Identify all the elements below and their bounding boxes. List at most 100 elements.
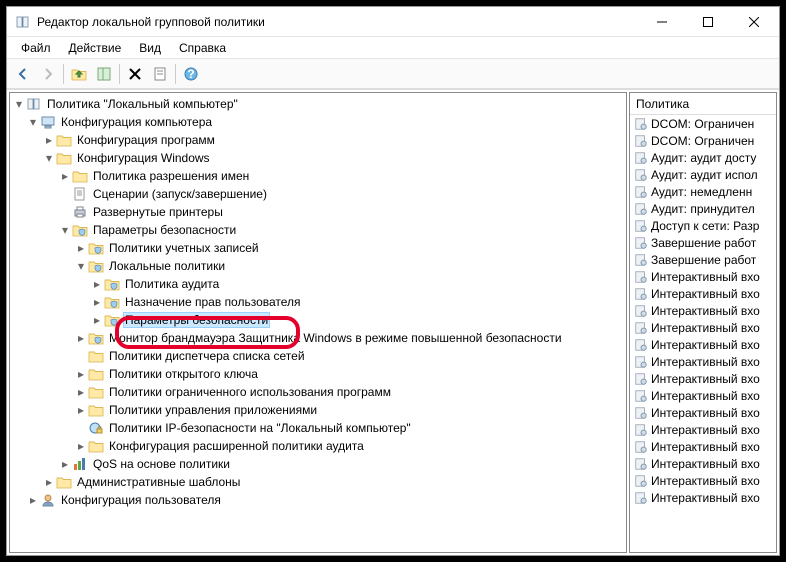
maximize-button[interactable]: [685, 7, 731, 37]
tree-printers[interactable]: ▸Развернутые принтеры: [10, 203, 626, 221]
policy-item-icon: [634, 321, 648, 335]
tree-audit-policy[interactable]: ▸Политика аудита: [10, 275, 626, 293]
list-item[interactable]: Интерактивный вхо: [630, 387, 776, 404]
tree-user-rights[interactable]: ▸Назначение прав пользователя: [10, 293, 626, 311]
list-item[interactable]: Аудит: аудит испол: [630, 166, 776, 183]
policy-item-icon: [634, 406, 648, 420]
back-button[interactable]: [11, 62, 35, 86]
list-item-label: Аудит: немедленн: [651, 185, 752, 199]
policy-item-icon: [634, 338, 648, 352]
list-item[interactable]: DCOM: Ограничен: [630, 132, 776, 149]
tree-ipsec[interactable]: ▸Политики IP-безопасности на "Локальный …: [10, 419, 626, 437]
help-button[interactable]: ?: [179, 62, 203, 86]
policy-item-icon: [634, 151, 648, 165]
list-item[interactable]: Интерактивный вхо: [630, 370, 776, 387]
list-item-label: Аудит: принудител: [651, 202, 755, 216]
tree-security-options[interactable]: ▸Параметры безопасности: [10, 311, 626, 329]
close-button[interactable]: [731, 7, 777, 37]
policy-item-icon: [634, 236, 648, 250]
minimize-button[interactable]: [639, 7, 685, 37]
list-item[interactable]: Интерактивный вхо: [630, 302, 776, 319]
list-item-label: Интерактивный вхо: [651, 491, 760, 505]
tree-security[interactable]: ▾Параметры безопасности: [10, 221, 626, 239]
list-item-label: Интерактивный вхо: [651, 372, 760, 386]
tree-comp-config[interactable]: ▾Конфигурация компьютера: [10, 113, 626, 131]
list-item[interactable]: Завершение работ: [630, 234, 776, 251]
list-item-label: DCOM: Ограничен: [651, 134, 754, 148]
policy-item-icon: [634, 355, 648, 369]
content-area: ▾Политика "Локальный компьютер" ▾Конфигу…: [7, 89, 779, 555]
tree-pubkey[interactable]: ▸Политики открытого ключа: [10, 365, 626, 383]
tree-admin-templates[interactable]: ▸Административные шаблоны: [10, 473, 626, 491]
tree-firewall[interactable]: ▸Монитор брандмауэра Защитника Windows в…: [10, 329, 626, 347]
list-item[interactable]: Доступ к сети: Разр: [630, 217, 776, 234]
policy-item-icon: [634, 253, 648, 267]
tree-prog-config[interactable]: ▸Конфигурация программ: [10, 131, 626, 149]
list-header-policy[interactable]: Политика: [630, 93, 776, 115]
list-item-label: DCOM: Ограничен: [651, 117, 754, 131]
tree-advaudit[interactable]: ▸Конфигурация расширенной политики аудит…: [10, 437, 626, 455]
list-item[interactable]: Завершение работ: [630, 251, 776, 268]
window-title: Редактор локальной групповой политики: [37, 15, 639, 29]
svg-text:?: ?: [187, 67, 194, 81]
show-hide-button[interactable]: [92, 62, 116, 86]
tree-local-policies[interactable]: ▾Локальные политики: [10, 257, 626, 275]
list-item[interactable]: Интерактивный вхо: [630, 319, 776, 336]
list-item-label: Интерактивный вхо: [651, 474, 760, 488]
list-item-label: Доступ к сети: Разр: [651, 219, 759, 233]
list-item-label: Аудит: аудит досту: [651, 151, 756, 165]
list-item[interactable]: Интерактивный вхо: [630, 353, 776, 370]
menubar: Файл Действие Вид Справка: [7, 37, 779, 59]
properties-button[interactable]: [148, 62, 172, 86]
policy-item-icon: [634, 117, 648, 131]
tree-nlm[interactable]: ▸Политики диспетчера списка сетей: [10, 347, 626, 365]
list-item-label: Интерактивный вхо: [651, 457, 760, 471]
policy-item-icon: [634, 219, 648, 233]
list-item[interactable]: Интерактивный вхо: [630, 336, 776, 353]
menu-help[interactable]: Справка: [171, 39, 234, 57]
list-item-label: Интерактивный вхо: [651, 270, 760, 284]
list-item[interactable]: Интерактивный вхо: [630, 404, 776, 421]
forward-button[interactable]: [36, 62, 60, 86]
menu-view[interactable]: Вид: [131, 39, 169, 57]
tree-app-control[interactable]: ▸Политики управления приложениями: [10, 401, 626, 419]
policy-item-icon: [634, 457, 648, 471]
tree-pane[interactable]: ▾Политика "Локальный компьютер" ▾Конфигу…: [9, 92, 627, 553]
policy-item-icon: [634, 287, 648, 301]
list-item[interactable]: Интерактивный вхо: [630, 489, 776, 506]
policy-item-icon: [634, 372, 648, 386]
list-item-label: Интерактивный вхо: [651, 389, 760, 403]
tree-scripts[interactable]: ▸Сценарии (запуск/завершение): [10, 185, 626, 203]
policy-item-icon: [634, 389, 648, 403]
menu-file[interactable]: Файл: [13, 39, 59, 57]
policy-item-icon: [634, 440, 648, 454]
list-item[interactable]: Аудит: аудит досту: [630, 149, 776, 166]
tree-user-config[interactable]: ▸Конфигурация пользователя: [10, 491, 626, 509]
tree-root[interactable]: ▾Политика "Локальный компьютер": [10, 95, 626, 113]
tree-win-config[interactable]: ▾Конфигурация Windows: [10, 149, 626, 167]
list-item-label: Интерактивный вхо: [651, 304, 760, 318]
list-item[interactable]: Интерактивный вхо: [630, 455, 776, 472]
list-item[interactable]: Аудит: принудител: [630, 200, 776, 217]
up-button[interactable]: [67, 62, 91, 86]
policy-item-icon: [634, 304, 648, 318]
tree-name-policy[interactable]: ▸Политика разрешения имен: [10, 167, 626, 185]
list-item[interactable]: Аудит: немедленн: [630, 183, 776, 200]
tree-software-restriction[interactable]: ▸Политики ограниченного использования пр…: [10, 383, 626, 401]
list-item[interactable]: Интерактивный вхо: [630, 421, 776, 438]
titlebar: Редактор локальной групповой политики: [7, 7, 779, 37]
list-item[interactable]: Интерактивный вхо: [630, 268, 776, 285]
list-item-label: Интерактивный вхо: [651, 440, 760, 454]
menu-action[interactable]: Действие: [61, 39, 130, 57]
list-item[interactable]: Интерактивный вхо: [630, 472, 776, 489]
toolbar: ?: [7, 59, 779, 89]
list-item[interactable]: Интерактивный вхо: [630, 438, 776, 455]
list-item-label: Интерактивный вхо: [651, 423, 760, 437]
tree-account-policies[interactable]: ▸Политики учетных записей: [10, 239, 626, 257]
delete-button[interactable]: [123, 62, 147, 86]
list-pane[interactable]: Политика DCOM: Ограничен DCOM: Ограничен А…: [629, 92, 777, 553]
list-item[interactable]: DCOM: Ограничен: [630, 115, 776, 132]
list-item[interactable]: Интерактивный вхо: [630, 285, 776, 302]
tree-qos[interactable]: ▸QoS на основе политики: [10, 455, 626, 473]
policy-item-icon: [634, 270, 648, 284]
